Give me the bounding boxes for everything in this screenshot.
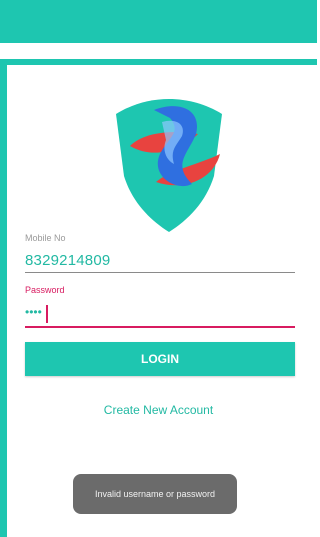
login-button[interactable]: LOGIN bbox=[25, 342, 295, 376]
left-edge-strip bbox=[0, 59, 7, 537]
text-caret bbox=[46, 305, 48, 323]
mobile-underline bbox=[25, 272, 295, 273]
app-bar-gap bbox=[0, 43, 317, 59]
app-logo bbox=[116, 99, 222, 232]
password-input[interactable]: •••• bbox=[25, 305, 42, 319]
password-underline bbox=[25, 326, 295, 328]
sub-bar bbox=[0, 59, 317, 65]
error-toast: Invalid username or password bbox=[73, 474, 237, 514]
mobile-input[interactable]: 8329214809 bbox=[25, 252, 110, 269]
create-account-link[interactable]: Create New Account bbox=[0, 403, 317, 417]
password-label: Password bbox=[25, 285, 65, 295]
app-bar bbox=[0, 0, 317, 43]
mobile-label: Mobile No bbox=[25, 233, 66, 243]
